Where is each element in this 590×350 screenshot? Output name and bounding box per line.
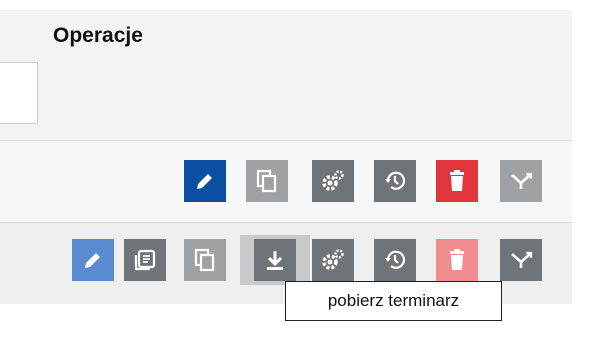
delete-button[interactable] xyxy=(436,239,478,281)
history-icon xyxy=(385,171,406,190)
download-tooltip: pobierz terminarz xyxy=(285,281,502,321)
merge-button[interactable] xyxy=(500,160,542,202)
table-header: Operacje xyxy=(0,10,572,140)
filter-input[interactable] xyxy=(0,62,38,124)
copy-icon xyxy=(194,248,215,272)
copy-icon xyxy=(256,169,277,193)
column-header-operacje: Operacje xyxy=(53,24,143,47)
copy-button[interactable] xyxy=(246,160,288,202)
document-list-icon xyxy=(134,249,156,271)
download-button-focus-ring xyxy=(240,235,310,285)
settings-button[interactable] xyxy=(312,239,354,281)
table-row xyxy=(0,140,572,222)
pencil-icon xyxy=(85,253,100,268)
merge-button[interactable] xyxy=(500,239,542,281)
edit-button[interactable] xyxy=(184,160,226,202)
merge-icon xyxy=(511,251,533,268)
pencil-icon xyxy=(197,174,212,189)
delete-button[interactable] xyxy=(436,160,478,202)
settings-button[interactable] xyxy=(312,160,354,202)
merge-icon xyxy=(511,172,533,189)
download-icon xyxy=(267,251,283,270)
history-button[interactable] xyxy=(374,239,416,281)
edit-button[interactable] xyxy=(72,239,114,281)
download-button[interactable] xyxy=(254,239,296,281)
details-button[interactable] xyxy=(124,239,166,281)
copy-button[interactable] xyxy=(184,239,226,281)
gears-icon xyxy=(322,170,344,191)
history-button[interactable] xyxy=(374,160,416,202)
history-icon xyxy=(385,250,406,269)
trash-icon xyxy=(450,170,464,191)
trash-icon xyxy=(450,249,464,270)
gears-icon xyxy=(322,249,344,270)
